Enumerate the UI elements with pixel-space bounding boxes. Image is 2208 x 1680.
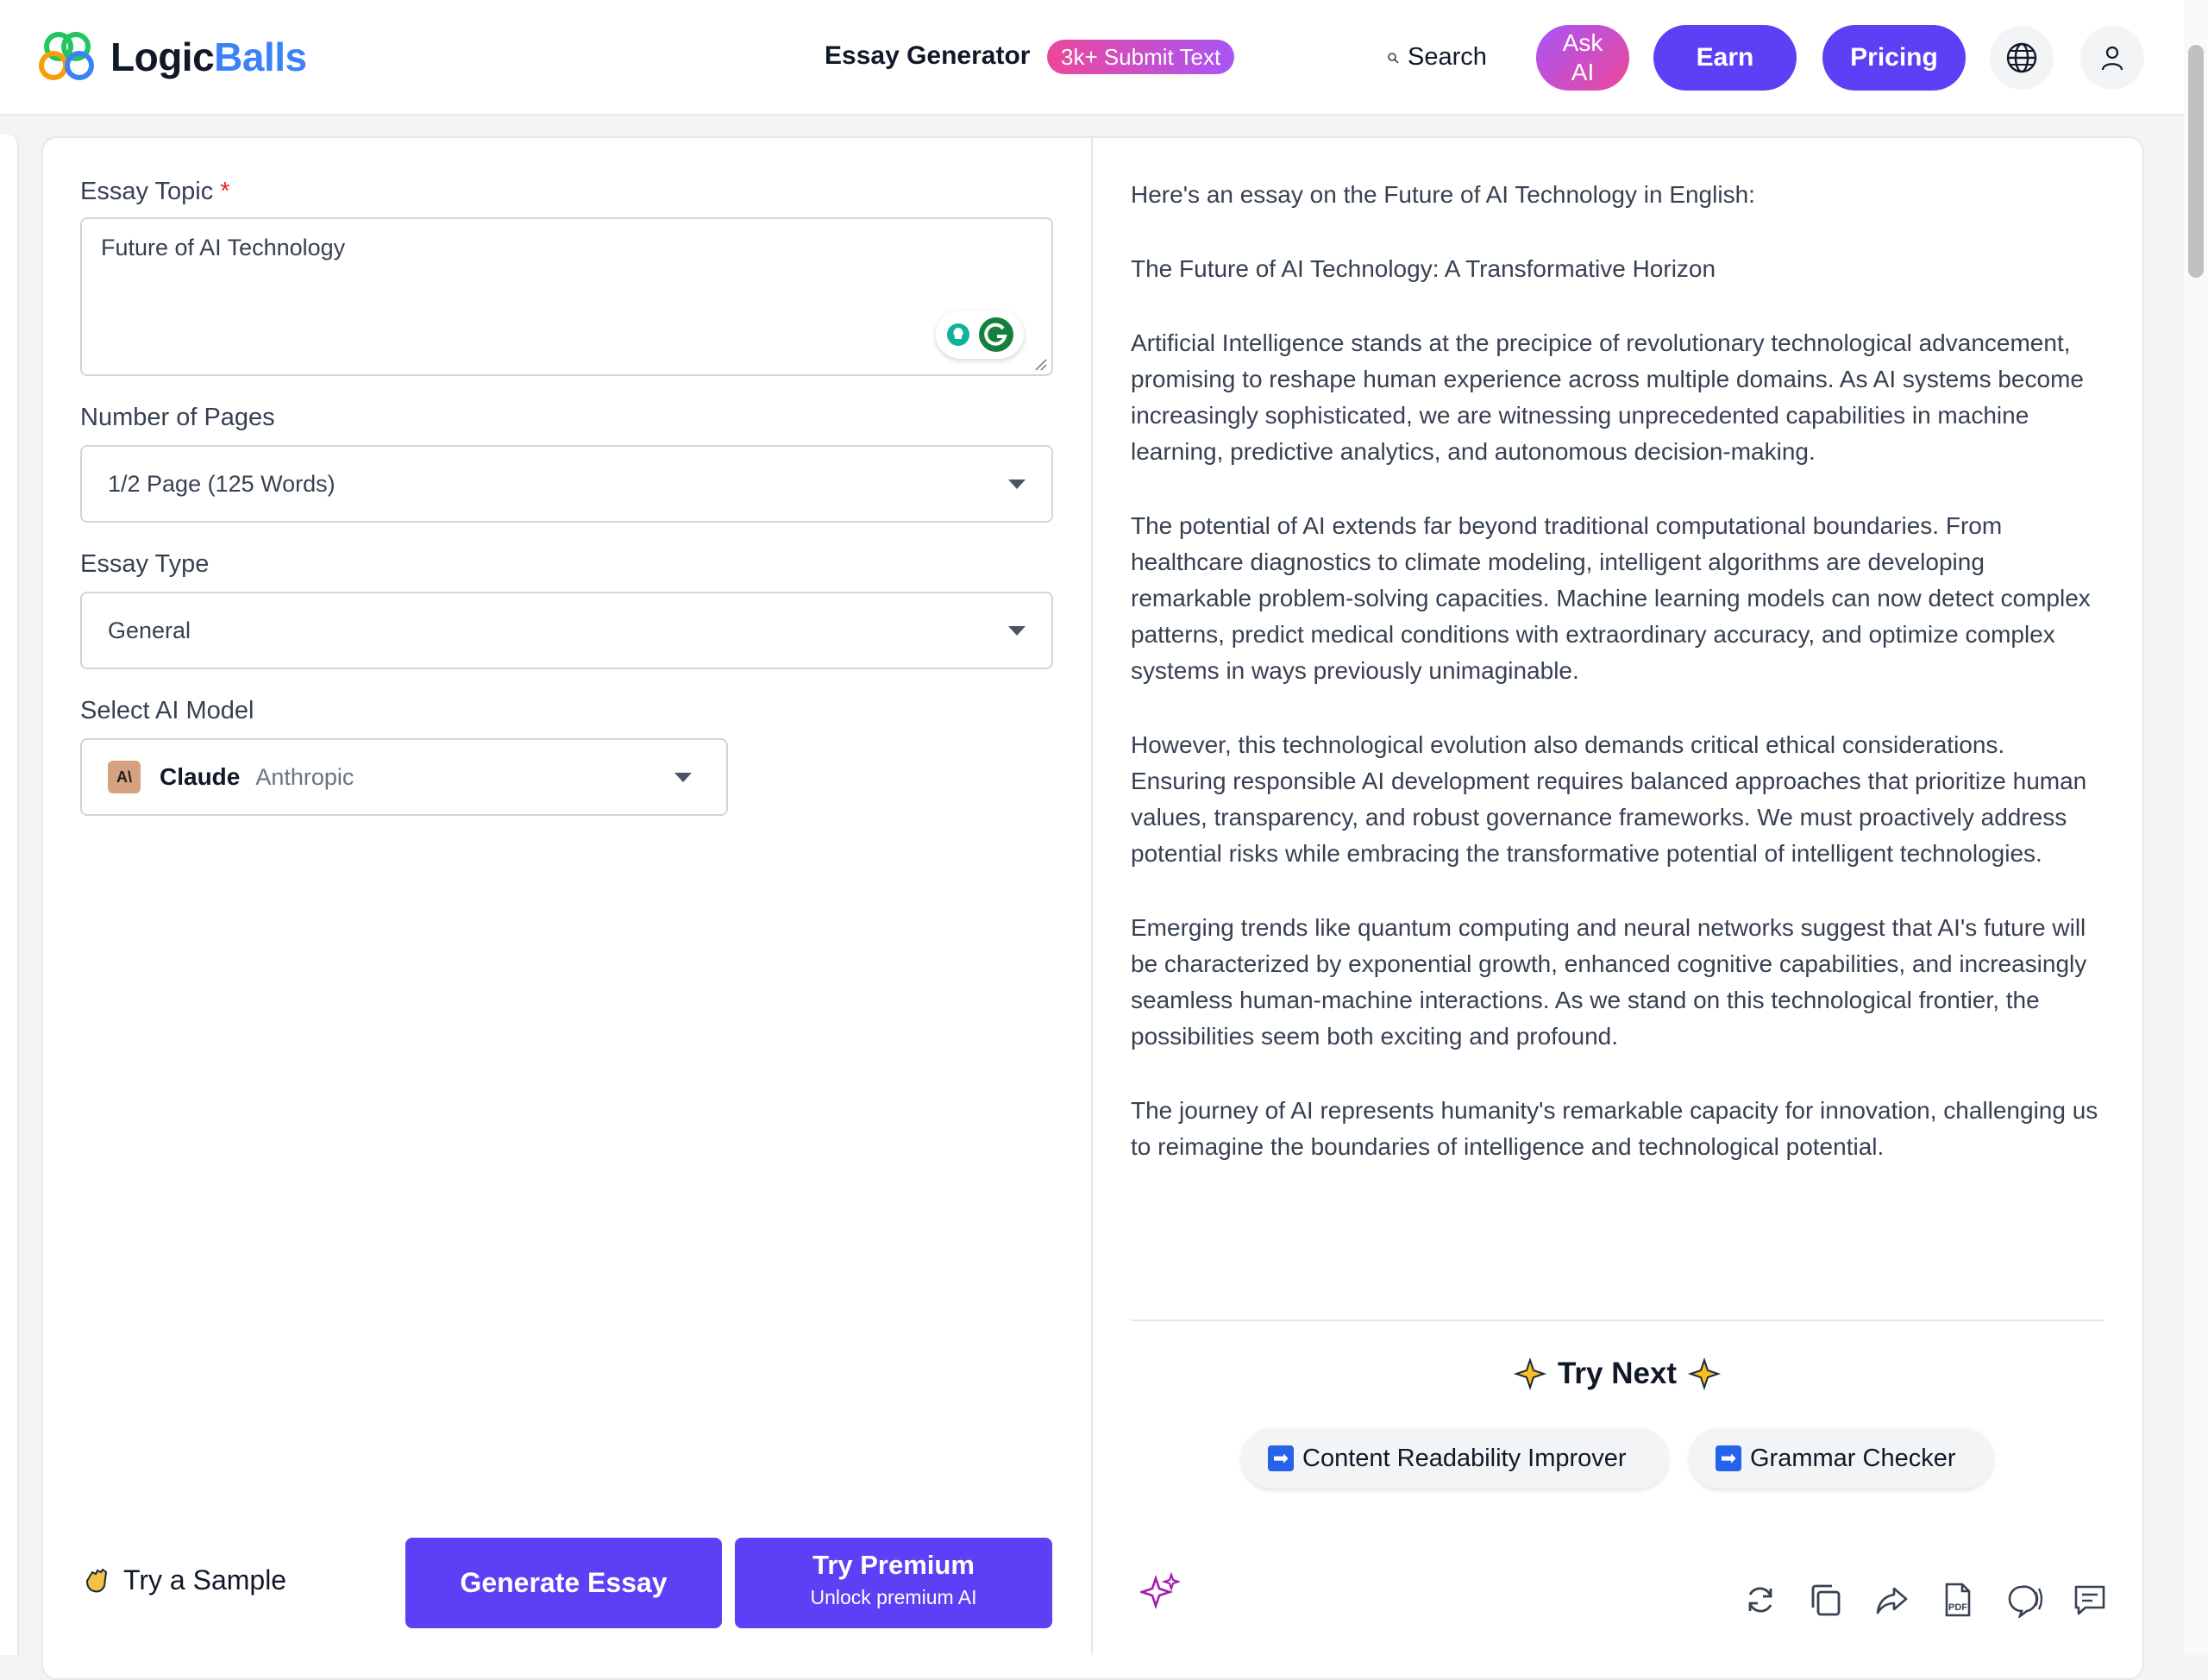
svg-text:PDF: PDF: [1948, 1602, 1967, 1613]
submit-count-badge: 3k+ Submit Text: [1047, 40, 1235, 74]
model-name: Claude: [160, 763, 241, 790]
generate-essay-button[interactable]: Generate Essay: [405, 1538, 722, 1628]
output-actions: PDF: [1742, 1582, 2108, 1618]
pages-select[interactable]: 1/2 Page (125 Words): [80, 445, 1053, 523]
essay-type-select[interactable]: General: [80, 592, 1053, 669]
comment-icon[interactable]: [2072, 1582, 2108, 1618]
output-paragraph: The Future of AI Technology: A Transform…: [1131, 255, 1716, 282]
ask-ai-label-1: Ask: [1562, 29, 1603, 56]
try-next-heading: Try Next: [1131, 1357, 2104, 1391]
ai-model-select[interactable]: A\ Claude Anthropic: [80, 738, 728, 816]
share-icon[interactable]: [1873, 1582, 1910, 1618]
ai-model-label: Select AI Model: [80, 697, 254, 724]
sparkle-icon: [1687, 1357, 1722, 1391]
bulb-icon: [947, 323, 969, 346]
pages-label: Number of Pages: [80, 404, 275, 431]
earn-button[interactable]: Earn: [1653, 25, 1797, 91]
essay-topic-input[interactable]: Future of AI Technology: [80, 217, 1053, 376]
output-paragraph: The potential of AI extends far beyond t…: [1131, 512, 2091, 684]
hand-icon: [85, 1568, 108, 1593]
anthropic-logo-icon: A\: [108, 761, 141, 793]
next-tool-label: Content Readability Improver: [1302, 1444, 1627, 1472]
top-header: LogicBalls Essay Generator 3k+ Submit Te…: [0, 0, 2208, 116]
pdf-icon[interactable]: PDF: [1939, 1582, 1975, 1618]
output-paragraph: Artificial Intelligence stands at the pr…: [1131, 329, 2084, 465]
language-button[interactable]: [1990, 26, 2054, 90]
globe-icon: [2006, 42, 2037, 73]
pricing-button[interactable]: Pricing: [1822, 25, 1966, 91]
side-panel-edge: [0, 135, 19, 1655]
output-paragraph: Here's an essay on the Future of AI Tech…: [1131, 181, 1755, 208]
premium-sublabel: Unlock premium AI: [810, 1586, 977, 1608]
ai-sparkle-icon[interactable]: [1140, 1571, 1180, 1611]
grammarly-widget[interactable]: [936, 310, 1024, 359]
search-label: Search: [1408, 43, 1487, 71]
arrow-right-icon: ➡: [1716, 1445, 1741, 1471]
pages-value: 1/2 Page (125 Words): [108, 471, 336, 497]
try-premium-button[interactable]: Try Premium Unlock premium AI: [735, 1538, 1052, 1628]
user-icon: [2101, 46, 2123, 71]
logo[interactable]: LogicBalls: [36, 26, 307, 88]
premium-label: Try Premium: [812, 1550, 975, 1580]
output-paragraph: However, this technological evolution al…: [1131, 731, 2087, 867]
try-next-label: Try Next: [1557, 1357, 1678, 1390]
scrollbar-thumb[interactable]: [2188, 45, 2204, 278]
search-button[interactable]: Search: [1387, 43, 1487, 72]
try-sample-button[interactable]: Try a Sample: [80, 1564, 286, 1596]
refresh-icon[interactable]: [1742, 1582, 1778, 1618]
logo-icon: [39, 32, 94, 80]
output-paragraph: Emerging trends like quantum computing a…: [1131, 914, 2087, 1050]
output-paragraph: The journey of AI represents humanity's …: [1131, 1097, 2098, 1160]
model-vendor: Anthropic: [255, 763, 354, 790]
grammar-checker-button[interactable]: ➡ Grammar Checker: [1690, 1428, 1993, 1489]
essay-type-label: Essay Type: [80, 550, 210, 578]
sparkle-icon: [1513, 1357, 1547, 1391]
copy-icon[interactable]: [1808, 1582, 1844, 1618]
next-tool-label: Grammar Checker: [1750, 1444, 1956, 1472]
chevron-down-icon: [674, 773, 692, 782]
speech-icon[interactable]: [2004, 1582, 2042, 1618]
try-sample-label: Try a Sample: [123, 1564, 287, 1595]
ask-ai-label-2: AI: [1571, 59, 1595, 85]
essay-topic-label: Essay Topic *: [80, 178, 230, 205]
account-button[interactable]: [2080, 26, 2144, 90]
search-icon: [1388, 52, 1399, 64]
brand-name: LogicBalls: [110, 34, 307, 79]
content-readability-improver-button[interactable]: ➡ Content Readability Improver: [1242, 1428, 1668, 1489]
essay-output: Here's an essay on the Future of AI Tech…: [1131, 177, 2105, 1203]
chevron-down-icon: [1008, 626, 1026, 636]
ask-ai-button[interactable]: Ask AI: [1536, 25, 1629, 91]
resize-handle[interactable]: [1033, 357, 1047, 371]
chevron-down-icon: [1008, 480, 1026, 489]
panel-divider: [1091, 136, 1093, 1655]
page-title: Essay Generator: [825, 41, 1031, 70]
arrow-right-icon: ➡: [1268, 1445, 1294, 1471]
required-marker: *: [220, 178, 230, 205]
essay-type-value: General: [108, 617, 191, 643]
output-divider: [1131, 1320, 2104, 1321]
grammarly-icon: [979, 317, 1013, 352]
